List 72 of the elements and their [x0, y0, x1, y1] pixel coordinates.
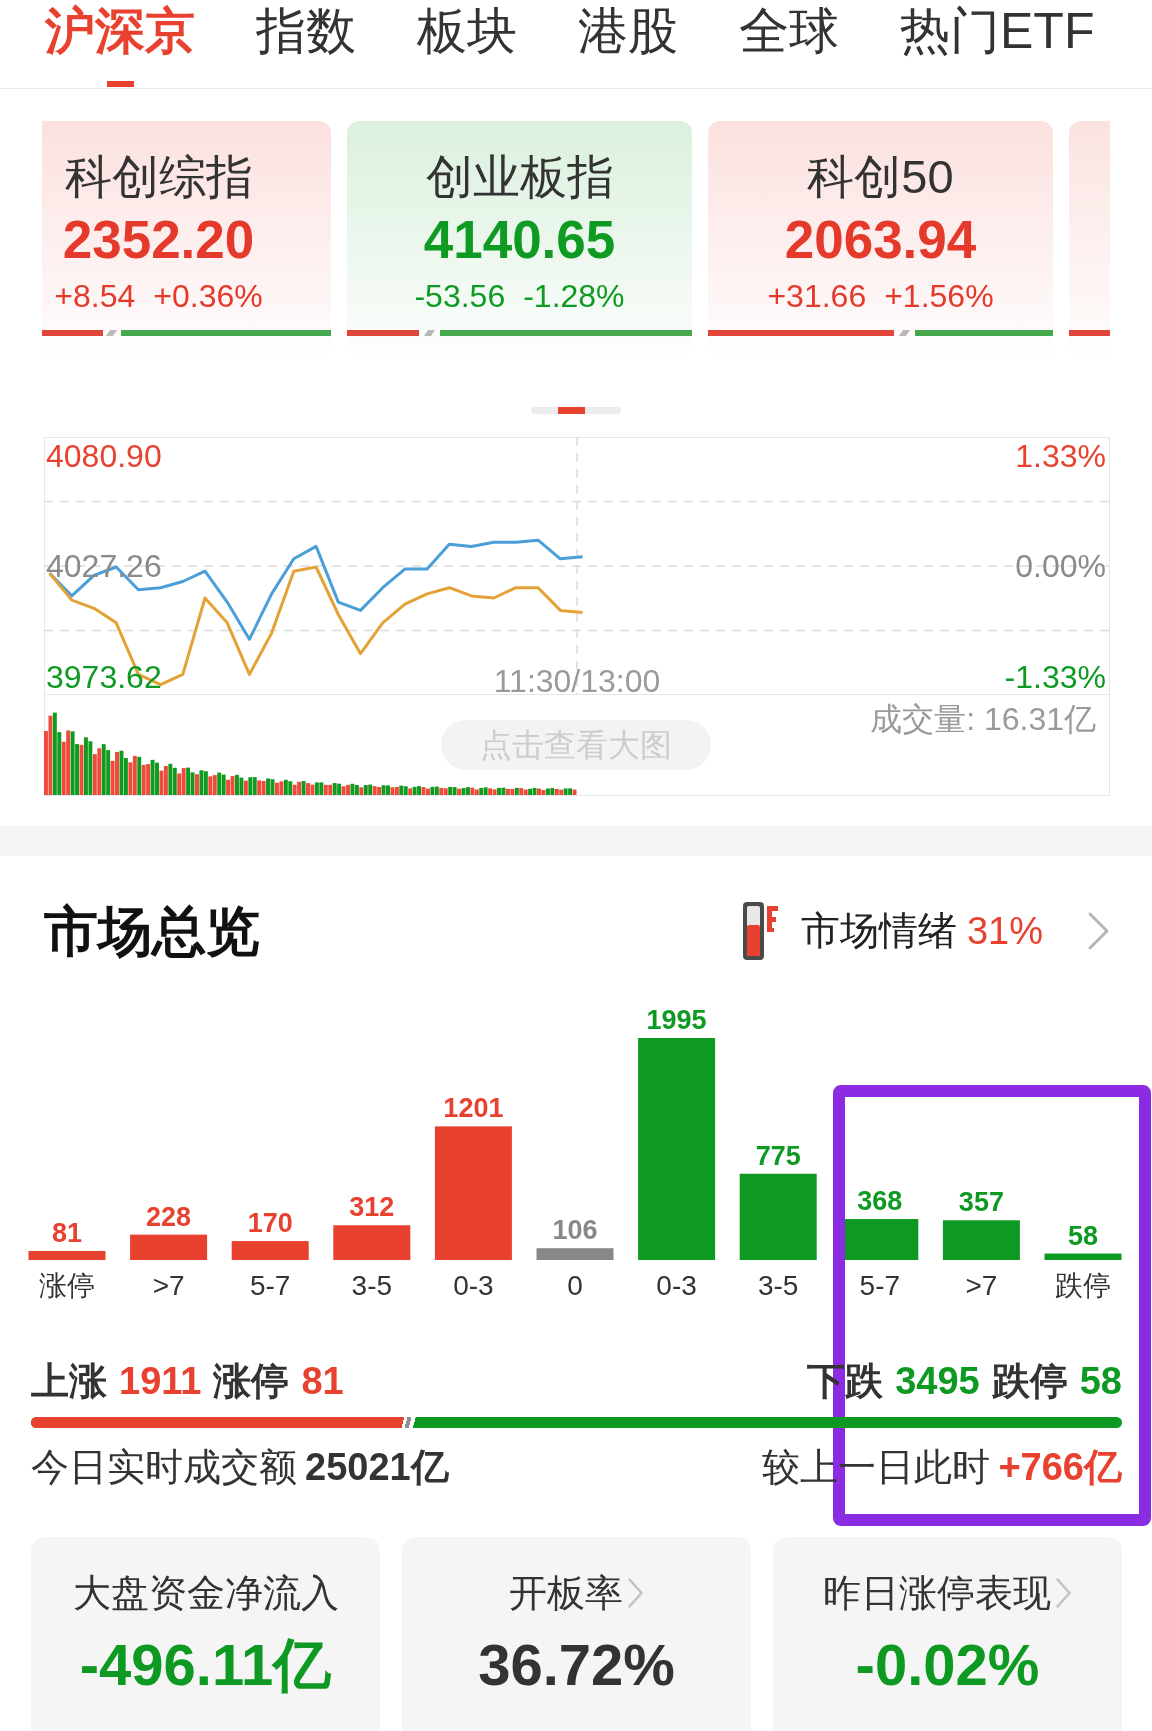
tab[interactable]: 热门ETF: [900, 0, 1095, 88]
bar-value-label: 58: [1068, 1220, 1098, 1251]
bar-category-label: 3-5: [351, 1270, 393, 1301]
tab[interactable]: 板块: [417, 0, 517, 88]
bar-category-label: >7: [965, 1270, 998, 1301]
price-axis-label: 4080.90: [46, 437, 162, 474]
index-name: 科创综指: [63, 151, 254, 203]
flat-share-mark: [899, 330, 911, 336]
bar-value-label: 1201: [443, 1093, 504, 1124]
percent-axis-label: 1.33%: [1015, 437, 1106, 474]
volume-label: 成交量: 16.31亿: [870, 701, 1096, 737]
index-change-percent: +0.36%: [153, 277, 263, 316]
percent-axis-label: -1.33%: [1004, 659, 1106, 695]
index-value: 2063.94: [783, 209, 978, 271]
sentiment-value: 31%: [966, 908, 1043, 954]
stat-card[interactable]: 昨日涨停表现 -0.02%: [773, 1537, 1122, 1731]
turnover-change-value: +766亿: [998, 1445, 1122, 1490]
limit-up-label: 涨停: [213, 1359, 290, 1404]
percent-axis-label: 0.00%: [1015, 548, 1106, 585]
index-name: 科创50: [806, 151, 955, 203]
index-name: 创业板指: [424, 151, 615, 203]
bar-value-label: 775: [755, 1140, 801, 1171]
turnover-label: 今日实时成交额: [31, 1445, 297, 1490]
price-axis-label: 4027.26: [46, 548, 162, 585]
tab[interactable]: 全球: [739, 0, 839, 88]
flat-share-mark: [106, 330, 118, 336]
index-value: 2352.20: [61, 209, 256, 271]
decline-count: 3495: [895, 1359, 980, 1404]
bar-category-label: 0-3: [453, 1270, 494, 1301]
advance-count: 1911: [119, 1359, 202, 1404]
section-title: 市场总览: [44, 900, 260, 963]
bar-category-label: 3-5: [757, 1270, 799, 1301]
index-change-percent: +1.56%: [884, 277, 994, 316]
index-change: +8.54: [54, 277, 136, 316]
stat-title: 昨日涨停表现: [823, 1571, 1051, 1616]
bar-category-label: 0: [567, 1270, 583, 1301]
index-change: +31.66: [767, 277, 867, 316]
bar-value-label: 368: [857, 1186, 903, 1217]
bar-category-label: 跌停: [1055, 1270, 1111, 1301]
flat-share-mark: [424, 330, 436, 336]
limit-up-count: 81: [301, 1359, 344, 1404]
bar-value-label: 228: [146, 1201, 192, 1232]
bar-value-label: 357: [958, 1187, 1004, 1218]
bar-category-label: 5-7: [859, 1270, 901, 1301]
sentiment-label: 市场情绪: [800, 907, 957, 954]
thermometer-icon: [741, 901, 779, 961]
limit-down-label: 跌停: [991, 1359, 1068, 1404]
bar-category-label: >7: [152, 1270, 185, 1301]
stat-title: 大盘资金净流入: [72, 1571, 339, 1616]
bar-value-label: 1995: [646, 1005, 707, 1035]
stat-title: 开板率: [509, 1571, 623, 1616]
bar-value-label: 81: [52, 1218, 82, 1248]
stat-value: -496.11亿: [78, 1631, 333, 1699]
bar-category-label: 0-3: [656, 1270, 697, 1301]
bar-category-label: 5-7: [249, 1270, 291, 1301]
stat-value: 36.72%: [477, 1631, 676, 1699]
tab[interactable]: 指数: [256, 0, 356, 88]
advance-label: 上涨: [31, 1359, 107, 1404]
limit-down-count: 58: [1079, 1359, 1122, 1404]
index-change-percent: -1.28%: [523, 277, 625, 316]
turnover-value: 25021亿: [305, 1445, 449, 1490]
index-value: 4140.65: [422, 209, 617, 271]
bar-value-label: 106: [552, 1215, 598, 1246]
tab[interactable]: 港股: [578, 0, 678, 88]
stat-value: -0.02%: [854, 1631, 1041, 1699]
stat-card[interactable]: 大盘资金净流入 -496.11亿: [31, 1537, 380, 1731]
bar-value-label: 312: [349, 1192, 395, 1223]
bar-category-label: 涨停: [39, 1270, 95, 1301]
stat-card[interactable]: 开板率 36.72%: [402, 1537, 751, 1731]
index-change: -53.56: [414, 277, 506, 316]
time-axis-label: 11:30/13:00: [493, 663, 661, 695]
bar-value-label: 170: [247, 1208, 293, 1239]
